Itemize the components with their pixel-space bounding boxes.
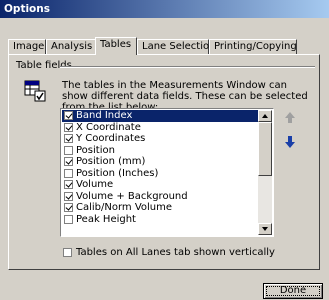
vertical-tables-checkbox[interactable] [63,248,72,257]
field-checkbox[interactable] [64,191,73,201]
field-label: Band Index [76,110,133,122]
list-item[interactable]: Position (Inches) [62,168,258,180]
list-item[interactable]: Position (mm) [62,156,258,168]
done-button[interactable]: Done [263,283,323,299]
field-label: Position (Inches) [76,167,159,179]
field-checkbox[interactable] [64,122,73,132]
table-fields-icon [24,80,46,102]
list-item[interactable]: Peak Height [62,214,258,226]
list-item[interactable]: Position [62,145,258,157]
list-item[interactable]: X Coordinate [62,122,258,134]
list-item[interactable]: Y Coordinates [62,133,258,145]
arrow-down-icon [285,136,295,148]
field-checkbox[interactable] [64,203,73,213]
field-label: Y Coordinates [76,133,146,145]
field-checkbox[interactable] [64,134,73,144]
window-title: Options [0,0,329,18]
field-checkbox[interactable] [64,168,73,178]
tab-image[interactable]: Image [8,39,46,54]
field-checkbox[interactable] [64,157,73,167]
tab-lane-selection[interactable]: Lane Selection [137,39,215,54]
scroll-thumb[interactable] [258,122,272,176]
field-label: Calib/Norm Volume [76,202,173,214]
field-checkbox[interactable] [64,111,73,121]
field-checkbox[interactable] [64,145,73,155]
move-down-button[interactable] [282,134,298,150]
list-scrollbar[interactable] [258,110,272,235]
scroll-down-arrow-icon [262,227,268,231]
scroll-up-arrow-icon [262,114,268,118]
tab-printing-copying[interactable]: Printing/Copying [209,39,297,54]
field-label: Volume + Background [76,190,188,202]
list-item[interactable]: Volume + Background [62,191,258,203]
field-label: Position [76,144,115,156]
scroll-down-button[interactable] [258,223,272,235]
field-list[interactable]: Band Index X Coordinate Y Coordinates Po… [60,108,274,237]
field-checkbox[interactable] [64,214,73,224]
field-label: Position (mm) [76,156,146,168]
field-label: X Coordinate [76,121,141,133]
field-label: Peak Height [76,213,136,225]
vertical-tables-label: Tables on All Lanes tab shown vertically [76,247,275,258]
arrow-up-icon [285,112,295,123]
list-item[interactable]: Band Index [62,110,258,122]
list-item[interactable]: Calib/Norm Volume [62,202,258,214]
group-divider [60,66,315,68]
tab-analysis[interactable]: Analysis [46,39,96,54]
tab-tables[interactable]: Tables [95,37,137,55]
move-up-button[interactable] [282,110,298,126]
vertical-tables-option[interactable]: Tables on All Lanes tab shown vertically [63,247,275,258]
list-item[interactable]: Volume [62,179,258,191]
scroll-up-button[interactable] [258,110,272,122]
field-label: Volume [76,179,114,191]
field-checkbox[interactable] [64,180,73,190]
